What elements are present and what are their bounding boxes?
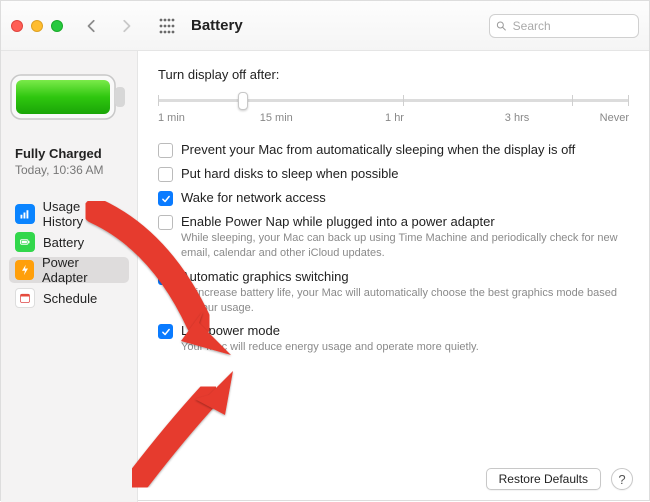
option-label: Prevent your Mac from automatically slee… [181,142,629,157]
slider-tick-labels: 1 min 15 min 1 hr 3 hrs Never [158,112,629,124]
sidebar-item-label: Schedule [43,291,97,306]
option-label: Wake for network access [181,190,629,205]
chart-icon [15,204,35,224]
sidebar-item-label: Usage History [43,199,123,229]
sidebar-item-label: Battery [43,235,84,250]
restore-defaults-button[interactable]: Restore Defaults [486,468,601,490]
slider-knob[interactable] [238,92,248,110]
option-row: Put hard disks to sleep when possible [158,166,629,182]
calendar-icon [15,288,35,308]
option-description: To increase battery life, your Mac will … [181,286,629,316]
checkbox[interactable] [158,191,173,206]
option-row: Prevent your Mac from automatically slee… [158,142,629,158]
checkbox[interactable] [158,215,173,230]
help-button[interactable]: ? [611,468,633,490]
footer: Restore Defaults ? [486,468,633,490]
forward-button[interactable] [113,14,139,38]
slider-label: Turn display off after: [158,67,629,82]
bolt-icon [15,260,34,280]
option-row: Automatic graphics switching To increase … [158,269,629,316]
sidebar: Fully Charged Today, 10:36 AM Usage Hist… [1,51,138,502]
search-field[interactable] [489,14,639,38]
sidebar-item-usage-history[interactable]: Usage History [9,201,129,227]
close-window-button[interactable] [11,20,23,32]
back-button[interactable] [79,14,105,38]
sidebar-nav: Usage History Battery Power Adapter Sche… [9,201,129,311]
battery-small-icon [15,232,35,252]
battery-icon [9,67,129,130]
sidebar-item-label: Power Adapter [42,255,123,285]
checkbox[interactable] [158,324,173,339]
option-row: Enable Power Nap while plugged into a po… [158,214,629,261]
checkbox[interactable] [158,270,173,285]
sidebar-item-battery[interactable]: Battery [9,229,129,255]
battery-status: Fully Charged Today, 10:36 AM [15,146,125,177]
search-input[interactable] [511,18,632,34]
sidebar-item-power-adapter[interactable]: Power Adapter [9,257,129,283]
main-content: Turn display off after: 1 min 15 min 1 h… [138,51,649,502]
option-label: Automatic graphics switching [181,269,629,284]
checkbox[interactable] [158,143,173,158]
checkbox[interactable] [158,167,173,182]
option-label: Put hard disks to sleep when possible [181,166,629,181]
option-label: Enable Power Nap while plugged into a po… [181,214,629,229]
status-time: Today, 10:36 AM [15,163,125,177]
options-list: Prevent your Mac from automatically slee… [158,142,629,355]
zoom-window-button[interactable] [51,20,63,32]
toolbar: Battery [1,1,649,51]
minimize-window-button[interactable] [31,20,43,32]
window-controls [11,20,63,32]
page-title: Battery [191,17,243,34]
sidebar-item-schedule[interactable]: Schedule [9,285,129,311]
display-sleep-slider[interactable]: 1 min 15 min 1 hr 3 hrs Never [158,90,629,124]
status-title: Fully Charged [15,146,125,161]
option-description: While sleeping, your Mac can back up usi… [181,231,629,261]
option-description: Your Mac will reduce energy usage and op… [181,340,629,355]
show-all-button[interactable] [155,14,179,38]
option-row: Low power mode Your Mac will reduce energ… [158,323,629,355]
option-row: Wake for network access [158,190,629,206]
search-icon [496,20,507,32]
option-label: Low power mode [181,323,629,338]
